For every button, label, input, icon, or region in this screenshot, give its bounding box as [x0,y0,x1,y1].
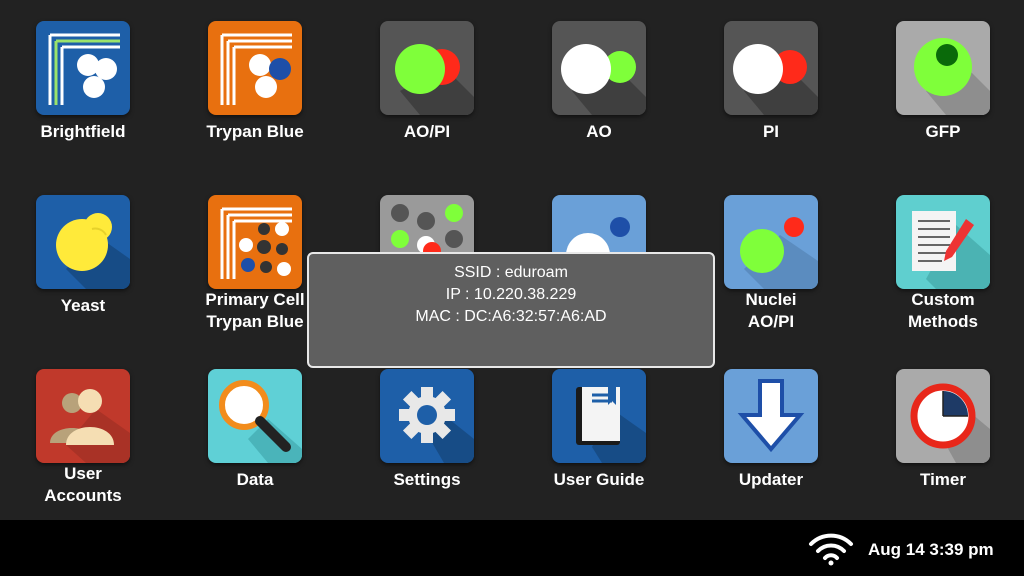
app-label: PI [762,122,780,141]
app-user-accounts[interactable]: User Accounts [13,369,153,519]
app-label: Primary Cell Trypan Blue [205,290,305,331]
primary-cell-icon [208,195,302,289]
gfp-icon [896,21,990,115]
ao-pi-icon [380,21,474,115]
mac-text: MAC : DC:A6:32:57:A6:AD [415,308,607,325]
ao-icon [552,21,646,115]
app-custom-methods[interactable]: Custom Methods [873,195,1013,345]
app-trypan-blue[interactable]: Trypan Blue [185,21,325,171]
timer-icon [896,369,990,463]
network-info-popup[interactable]: SSID : eduroam IP : 10.220.38.229 MAC : … [307,252,715,368]
app-label: Custom Methods [908,290,978,331]
app-ao[interactable]: AO [529,21,669,171]
clock-time: Aug 14 3:39 pm [868,540,994,559]
app-label: Timer [920,470,966,489]
app-nuclei-ao-pi[interactable]: Nuclei AO/PI [701,195,841,345]
app-label: User Accounts [44,464,122,505]
yeast-icon [36,195,130,289]
nuclei-icon [724,195,818,289]
app-primary-cell-trypan-blue[interactable]: Primary Cell Trypan Blue [185,195,325,345]
app-data[interactable]: Data [185,369,325,519]
ssid-text: SSID : eduroam [454,264,568,281]
users-icon [36,369,130,463]
download-arrow-icon [724,369,818,463]
app-label: User Guide [553,470,645,489]
app-label: Settings [393,470,461,489]
wifi-icon[interactable] [808,532,854,566]
app-updater[interactable]: Updater [701,369,841,519]
app-timer[interactable]: Timer [873,369,1013,519]
document-pen-icon [896,195,990,289]
app-settings[interactable]: Settings [357,369,497,519]
app-label: Trypan Blue [206,122,304,141]
trypan-blue-icon [208,21,302,115]
app-label: Brightfield [40,122,126,141]
book-icon [552,369,646,463]
ip-text: IP : 10.220.38.229 [445,286,577,303]
app-label: Nuclei AO/PI [745,290,797,331]
app-label: GFP [925,122,961,141]
app-ao-pi[interactable]: AO/PI [357,21,497,171]
brightfield-icon [36,21,130,115]
app-brightfield[interactable]: Brightfield [13,21,153,171]
pi-icon [724,21,818,115]
app-label: AO [586,122,612,141]
app-label: Yeast [60,296,106,315]
app-pi[interactable]: PI [701,21,841,171]
magnifier-icon [208,369,302,463]
gear-icon [380,369,474,463]
app-yeast[interactable]: Yeast [13,195,153,345]
app-label: Data [236,470,274,489]
app-label: AO/PI [403,122,451,141]
app-gfp[interactable]: GFP [873,21,1013,171]
app-label: Updater [738,470,804,489]
app-user-guide[interactable]: User Guide [529,369,669,519]
